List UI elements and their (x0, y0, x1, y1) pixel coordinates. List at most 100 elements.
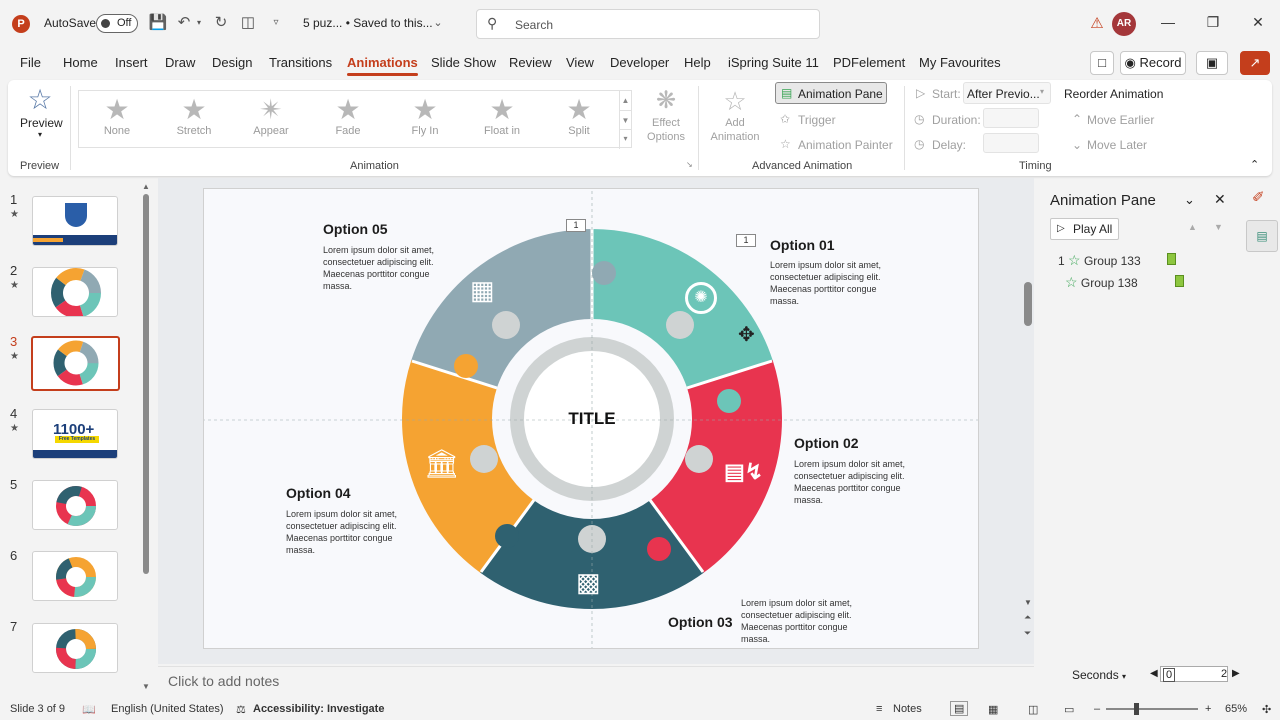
scroll-thumb[interactable] (143, 194, 149, 574)
move-later-button[interactable]: Move Later (1087, 138, 1147, 152)
tab-home[interactable]: Home (63, 55, 98, 70)
move-up-icon[interactable]: ▲ (1188, 222, 1197, 232)
slide-sorter-icon[interactable]: ▦ (988, 703, 998, 716)
scroll-down-icon[interactable]: ▼ (142, 682, 150, 691)
zoom-in-icon[interactable]: + (1205, 703, 1211, 715)
seconds-dropdown[interactable]: Seconds ▾ (1072, 668, 1126, 682)
animation-painter-label[interactable]: Animation Painter (798, 138, 893, 152)
slide-thumbnail-2[interactable] (32, 267, 118, 317)
tab-insert[interactable]: Insert (115, 55, 148, 70)
scroll-down-icon[interactable]: ▼ (1024, 598, 1032, 607)
designer-icon[interactable]: ✐ (1252, 188, 1265, 206)
scroll-up-icon[interactable]: ▲ (142, 182, 150, 191)
close-pane-icon[interactable]: ✕ (1214, 191, 1226, 208)
close-icon[interactable]: ✕ (1248, 14, 1268, 34)
customize-qat-icon[interactable]: ▿ (266, 13, 286, 33)
move-earlier-button[interactable]: Move Earlier (1087, 113, 1154, 127)
animation-item[interactable]: ☆ Group 138 (1065, 274, 1138, 291)
spell-check-icon[interactable]: 📖 (82, 703, 96, 716)
tab-review[interactable]: Review (509, 55, 552, 70)
restore-icon[interactable]: ❐ (1203, 14, 1223, 34)
option-04-title[interactable]: Option 04 (286, 485, 351, 501)
start-select[interactable]: After Previo... ▾ (963, 82, 1051, 104)
zoom-slider-thumb[interactable] (1134, 703, 1139, 715)
save-icon[interactable]: 💾 (148, 13, 168, 33)
slide-thumbnail-1[interactable] (32, 196, 118, 246)
effect-options-button[interactable]: ❋ Effect Options (644, 86, 688, 144)
add-animation-button[interactable]: ☆ Add Animation (704, 86, 766, 144)
notes-button[interactable]: Notes (893, 703, 922, 715)
tab-view[interactable]: View (566, 55, 594, 70)
animation-none[interactable]: ★ None (87, 95, 147, 145)
redo-icon[interactable]: ↻ (211, 13, 231, 33)
slide-count[interactable]: Slide 3 of 9 (10, 703, 65, 715)
warning-icon[interactable]: ⚠ (1088, 14, 1106, 32)
gallery-scroll[interactable]: ▲ ▼ ▾ (619, 91, 631, 149)
slide-thumbnail-4[interactable]: 1100+ Free Templates (32, 409, 118, 459)
scroll-down-icon[interactable]: ▼ (620, 110, 631, 129)
zoom-out-icon[interactable]: – (1094, 703, 1100, 715)
animation-pane-button[interactable]: ▤ Animation Pane (775, 82, 887, 104)
notes-area[interactable] (158, 666, 1034, 694)
option-05-text[interactable]: Lorem ipsum dolor sit amet, consectetuer… (323, 244, 447, 292)
scroll-left-icon[interactable]: ◀ (1150, 668, 1158, 679)
tab-slide-show[interactable]: Slide Show (431, 55, 496, 70)
animation-order-tag[interactable]: 1 (736, 234, 756, 247)
avatar[interactable]: AR (1112, 12, 1136, 36)
dialog-launcher-icon[interactable]: ↘ (686, 160, 693, 169)
record-button[interactable]: ◉ Record (1120, 51, 1186, 75)
autosave-toggle[interactable]: Off (96, 14, 138, 33)
search-input[interactable]: ⚲ Search (476, 9, 820, 39)
canvas-scroll-thumb[interactable] (1024, 282, 1032, 326)
slideshow-icon[interactable]: ▭ (1064, 703, 1074, 716)
animation-fly-in[interactable]: ★ Fly In (395, 95, 455, 145)
tab-draw[interactable]: Draw (165, 55, 195, 70)
option-02-title[interactable]: Option 02 (794, 435, 859, 451)
timing-bar[interactable] (1175, 275, 1184, 287)
document-title[interactable]: 5 puz... • Saved to this... (303, 16, 433, 30)
undo-icon[interactable]: ↶ (174, 13, 194, 33)
fit-slide-icon[interactable]: ✣ (1262, 703, 1271, 716)
previous-slide-icon[interactable]: ⏶ (1024, 612, 1031, 623)
normal-view-icon[interactable]: ▤ (950, 701, 969, 716)
slide-thumbnail-5[interactable] (32, 480, 118, 530)
scroll-right-icon[interactable]: ▶ (1232, 668, 1240, 679)
animation-fade[interactable]: ★ Fade (318, 95, 378, 145)
animation-order-tag[interactable]: 1 (566, 219, 586, 232)
animation-float-in[interactable]: ★ Float in (472, 95, 532, 145)
move-down-icon[interactable]: ▼ (1214, 222, 1223, 232)
tab-my-favourites[interactable]: My Favourites (919, 55, 1001, 70)
tab-help[interactable]: Help (684, 55, 711, 70)
notes-placeholder[interactable]: Click to add notes (168, 673, 279, 689)
trigger-label[interactable]: Trigger (798, 113, 836, 127)
option-01-text[interactable]: Lorem ipsum dolor sit amet, consectetuer… (770, 259, 894, 307)
preview-button[interactable]: ☆ Preview ▾ (20, 84, 63, 139)
option-05-title[interactable]: Option 05 (323, 221, 388, 237)
timeline-scale[interactable]: 0 2 (1160, 666, 1228, 682)
language-indicator[interactable]: English (United States) (111, 703, 224, 715)
animation-split[interactable]: ★ Split (549, 95, 609, 145)
option-02-text[interactable]: Lorem ipsum dolor sit amet, consectetuer… (794, 458, 918, 506)
tab-animations[interactable]: Animations (347, 55, 418, 76)
animation-stretch[interactable]: ★ Stretch (164, 95, 224, 145)
thumbnails-scrollbar[interactable]: ▲ ▼ (142, 182, 150, 692)
share-icon[interactable]: ↗ (1240, 51, 1270, 75)
slide-canvas[interactable]: ✺ ▤↯ ▩ 🏛 ▦ TITLE 1 Option 01 Lorem ipsum… (203, 188, 979, 649)
comments-icon[interactable]: □ (1090, 51, 1114, 75)
option-04-text[interactable]: Lorem ipsum dolor sit amet, consectetuer… (286, 508, 410, 556)
option-03-title[interactable]: Option 03 (668, 614, 733, 630)
timing-bar[interactable] (1167, 253, 1176, 265)
tab-ispring[interactable]: iSpring Suite 11 (728, 55, 819, 70)
undo-dropdown-icon[interactable]: ▾ (194, 13, 204, 33)
reading-view-icon[interactable]: ◫ (1028, 703, 1038, 716)
present-teams-icon[interactable]: ▣ (1196, 51, 1228, 75)
slide-thumbnail-3[interactable] (31, 336, 120, 391)
tab-file[interactable]: File (20, 55, 41, 70)
tab-transitions[interactable]: Transitions (269, 55, 332, 70)
play-all-button[interactable]: ▷ Play All (1050, 218, 1119, 240)
accessibility-status[interactable]: Accessibility: Investigate (253, 703, 384, 715)
tab-pdfelement[interactable]: PDFelement (833, 55, 905, 70)
animation-item[interactable]: 1 ☆ Group 133 (1058, 252, 1141, 269)
animation-appear[interactable]: ✴ Appear (241, 95, 301, 145)
option-03-text[interactable]: Lorem ipsum dolor sit amet, consectetuer… (741, 597, 865, 645)
